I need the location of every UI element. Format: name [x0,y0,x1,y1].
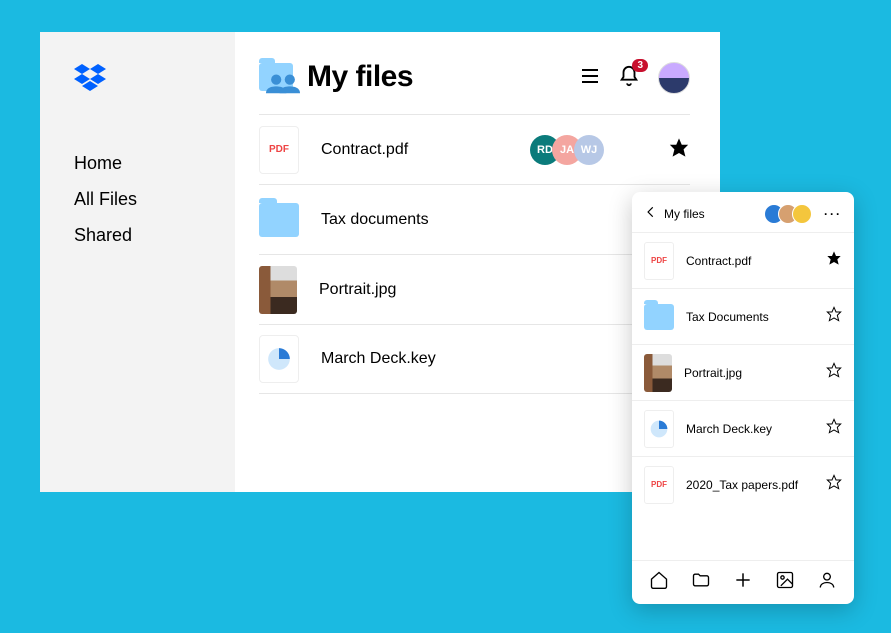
tab-account-icon[interactable] [817,570,837,595]
list-view-icon[interactable] [580,67,600,90]
tab-photos-icon[interactable] [775,570,795,595]
image-thumbnail-icon [644,354,672,392]
sidebar-item-shared[interactable]: Shared [74,217,235,253]
folder-icon [259,203,299,237]
mobile-file-list: PDF Contract.pdf Tax Documents Portrait.… [632,232,854,560]
pdf-file-icon: PDF [259,126,299,174]
back-icon[interactable] [644,205,658,224]
mobile-title: My files [664,207,764,221]
file-name: Portrait.jpg [684,366,814,380]
file-row[interactable]: March Deck.key [259,324,690,394]
header-actions: 3 [580,62,690,94]
file-row[interactable]: March Deck.key [632,400,854,456]
star-icon[interactable] [826,250,842,271]
file-row[interactable]: Tax documents [259,184,690,254]
page-title: My files [307,60,413,94]
file-name: 2020_Tax papers.pdf [686,478,814,492]
dropbox-logo-icon [74,64,235,97]
file-row[interactable]: PDF Contract.pdf [632,232,854,288]
more-icon[interactable]: ··· [824,207,842,221]
collaborator-avatar [792,204,812,224]
file-name: Tax Documents [686,310,814,324]
star-icon[interactable] [826,474,842,495]
image-thumbnail-icon [259,266,297,314]
keynote-file-icon [644,410,674,448]
mobile-window: My files ··· PDF Contract.pdf Tax Docume… [632,192,854,604]
file-name: Contract.pdf [321,141,690,159]
file-name: Contract.pdf [686,254,814,268]
file-row[interactable]: Portrait.jpg [632,344,854,400]
file-list: PDF Contract.pdf RD JA WJ Tax documents … [259,114,690,394]
file-name: March Deck.key [686,422,814,436]
folder-icon [644,304,674,330]
collaborator-avatars[interactable]: RD JA WJ [538,135,604,165]
pdf-file-icon: PDF [644,242,674,280]
star-icon[interactable] [668,136,690,163]
sidebar: Home All Files Shared [40,32,235,492]
user-avatar[interactable] [658,62,690,94]
shared-folder-icon [259,63,293,91]
mobile-tabbar [632,560,854,604]
star-icon[interactable] [826,418,842,439]
mobile-header: My files ··· [632,192,854,232]
tab-home-icon[interactable] [649,570,669,595]
tab-files-icon[interactable] [691,570,711,595]
desktop-window: Home All Files Shared My files [40,32,720,492]
notification-badge: 3 [632,59,648,72]
collaborator-avatar: WJ [574,135,604,165]
notifications-icon[interactable]: 3 [618,65,640,92]
sidebar-item-all-files[interactable]: All Files [74,181,235,217]
star-icon[interactable] [826,306,842,327]
pdf-file-icon: PDF [644,466,674,504]
keynote-file-icon [259,335,299,383]
tab-add-icon[interactable] [733,570,753,595]
file-row[interactable]: Tax Documents [632,288,854,344]
sidebar-item-home[interactable]: Home [74,145,235,181]
star-icon[interactable] [826,362,842,383]
file-row[interactable]: PDF Contract.pdf RD JA WJ [259,114,690,184]
file-row[interactable]: Portrait.jpg [259,254,690,324]
file-row[interactable]: PDF 2020_Tax papers.pdf [632,456,854,512]
mobile-collaborator-avatars[interactable] [770,204,812,224]
